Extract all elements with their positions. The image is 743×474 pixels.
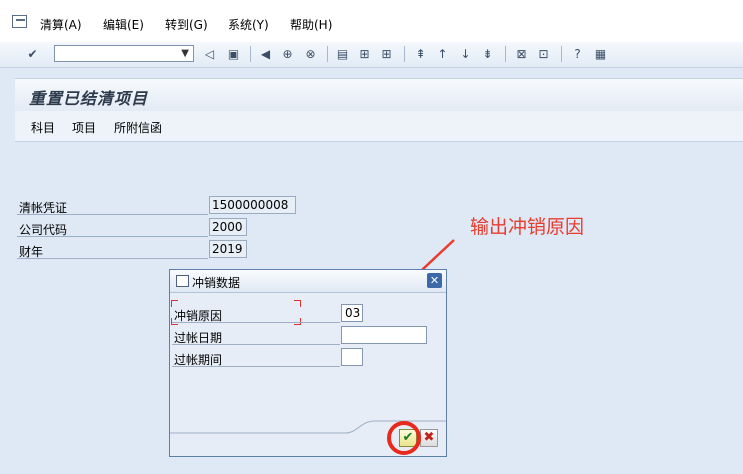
menu-help[interactable]: 帮助(H)	[290, 16, 332, 33]
shortcut-icon[interactable]: ⊡	[535, 45, 552, 62]
command-field[interactable]: ▼	[54, 45, 194, 62]
dialog-title: 冲销数据	[192, 276, 241, 290]
app-button-items[interactable]: 项目	[72, 119, 96, 136]
field-divider	[172, 366, 340, 367]
toolbar-divider	[327, 46, 328, 62]
collapse-icon[interactable]: ◁	[201, 45, 218, 62]
menu-edit[interactable]: 编辑(E)	[103, 16, 144, 33]
close-icon[interactable]: ✕	[427, 273, 442, 288]
next-page-icon[interactable]: ↓	[457, 45, 474, 62]
toolbar-divider	[505, 46, 506, 62]
screen-title-bar: 重置已结清项目	[15, 78, 743, 112]
toolbar-divider	[561, 46, 562, 62]
find-icon[interactable]: ⊞	[356, 45, 373, 62]
dialog-window-icon	[176, 275, 189, 287]
app-button-correspondence[interactable]: 所附信函	[114, 119, 162, 136]
field-divider	[17, 258, 208, 259]
save-icon[interactable]: ▣	[225, 45, 242, 62]
reversal-reason-input[interactable]: 03	[341, 304, 363, 322]
posting-period-input[interactable]	[341, 348, 363, 366]
find-next-icon[interactable]: ⊞	[378, 45, 395, 62]
application-toolbar: 科目 项目 所附信函	[15, 111, 743, 142]
first-page-icon[interactable]: ⇞	[412, 45, 429, 62]
app-button-accounts[interactable]: 科目	[31, 119, 55, 136]
dropdown-arrow-icon[interactable]: ▼	[181, 48, 189, 59]
page-title: 重置已结清项目	[29, 89, 149, 108]
toolbar-divider	[250, 46, 251, 62]
field-divider	[172, 344, 340, 345]
annotation-text: 输出冲销原因	[470, 216, 585, 238]
menu-window-icon[interactable]	[12, 15, 27, 28]
clearing-doc-value: 1500000008	[209, 196, 296, 214]
standard-toolbar: ✔ ▼ ◁ ▣ ◀ ⊕ ⊗ ▤ ⊞ ⊞ ⇞ ↑ ↓ ⇟ ⊠ ⊡ ? ▦	[0, 42, 743, 68]
highlight-bracket	[294, 300, 301, 307]
posting-date-input[interactable]	[341, 326, 427, 344]
menu-system[interactable]: 系统(Y)	[228, 16, 269, 33]
annotation-circle	[387, 421, 421, 455]
last-page-icon[interactable]: ⇟	[479, 45, 496, 62]
help-icon[interactable]: ?	[569, 45, 586, 62]
toolbar-divider	[404, 46, 405, 62]
field-divider	[17, 214, 208, 215]
menu-clearing[interactable]: 清算(A)	[40, 16, 82, 33]
previous-page-icon[interactable]: ↑	[434, 45, 451, 62]
cancel-icon[interactable]: ⊗	[302, 45, 319, 62]
exit-icon[interactable]: ⊕	[279, 45, 296, 62]
field-divider	[17, 236, 208, 237]
menu-bar: 清算(A) 编辑(E) 转到(G) 系统(Y) 帮助(H)	[0, 0, 743, 43]
new-session-icon[interactable]: ⊠	[513, 45, 530, 62]
menu-goto[interactable]: 转到(G)	[165, 16, 208, 33]
enter-icon[interactable]: ✔	[24, 45, 41, 62]
fiscal-year-value: 2019	[209, 240, 247, 258]
highlight-bracket	[171, 300, 178, 307]
company-code-value: 2000	[209, 218, 247, 236]
field-divider	[172, 322, 340, 323]
back-icon[interactable]: ◀	[257, 45, 274, 62]
print-icon[interactable]: ▤	[334, 45, 351, 62]
cancel-button[interactable]: ✖	[420, 429, 438, 447]
layout-menu-icon[interactable]: ▦	[592, 45, 609, 62]
dialog-title-bar[interactable]: 冲销数据 ✕	[170, 270, 446, 293]
